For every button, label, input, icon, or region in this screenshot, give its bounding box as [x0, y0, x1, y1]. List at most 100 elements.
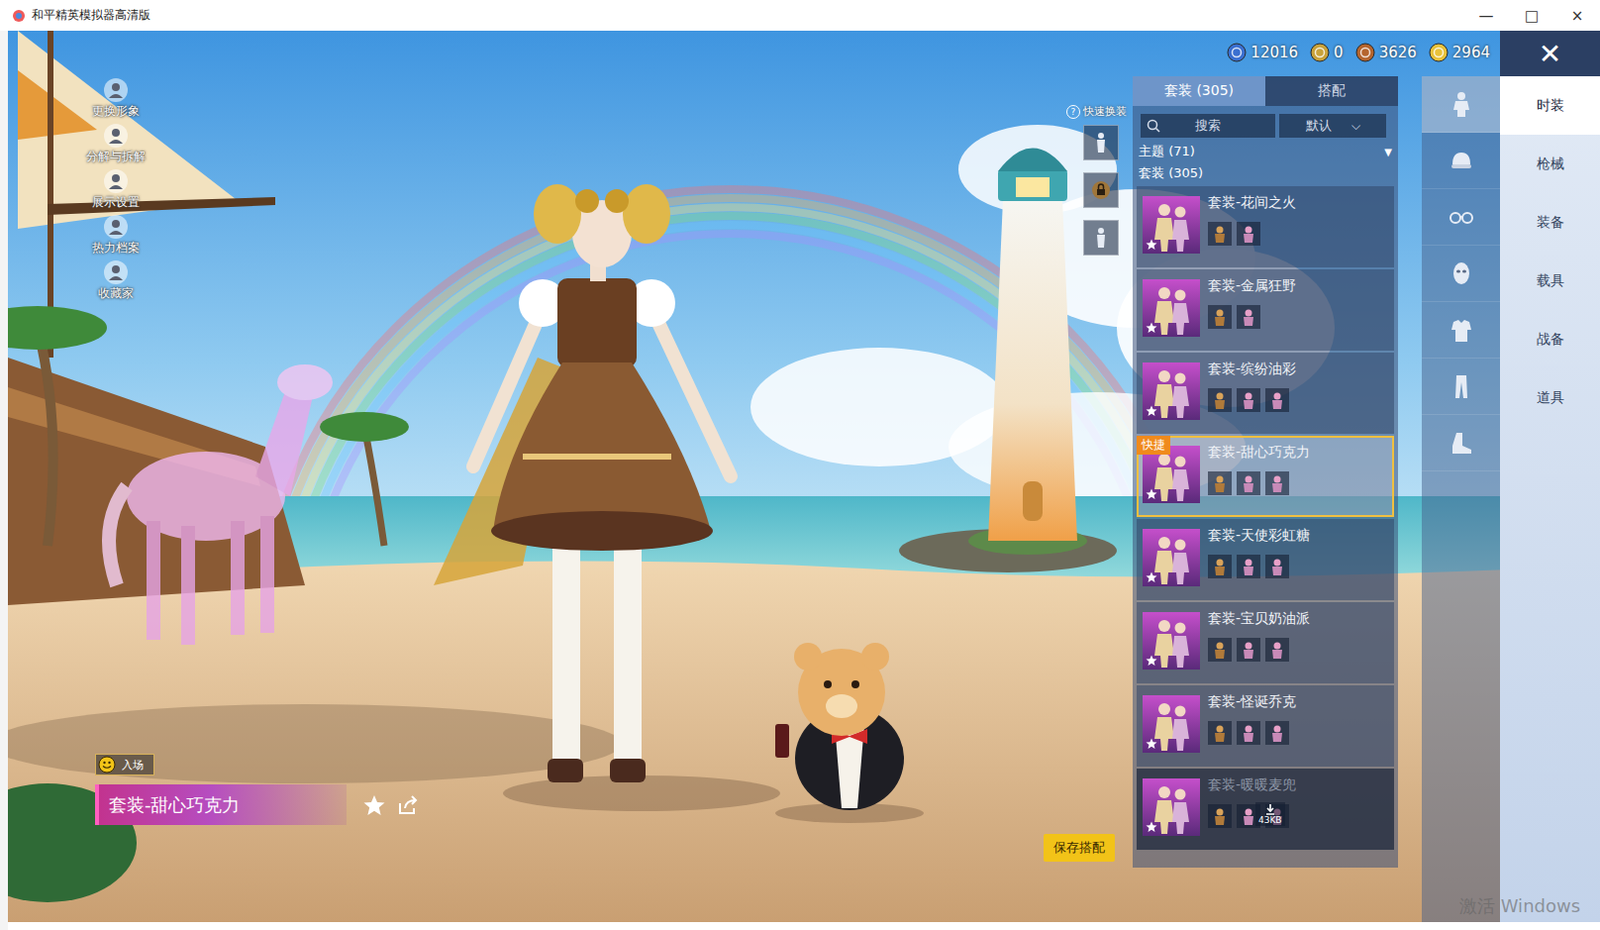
currency: 3626: [1355, 42, 1417, 63]
currency-bar: 12016 0 3626 2964: [1226, 42, 1491, 63]
outfit-panel: 套装 (305)搭配 搜索 默认 ⌵ 主题 (71) ▼ 套装 (305) 套装…: [1132, 76, 1399, 868]
outfit-list: 套装-花间之火 套装-金属狂野 套装-缤纷油彩 套装-甜心巧克力 快捷 套装-天…: [1132, 184, 1399, 850]
category-item[interactable]: [1421, 76, 1500, 133]
outfit-parts: [1207, 471, 1310, 496]
outfit-item[interactable]: 套装-甜心巧克力 快捷: [1136, 435, 1395, 517]
star-icon: [1145, 571, 1158, 584]
outfit-part-icon: [1267, 639, 1288, 660]
nav-tab[interactable]: 道具: [1500, 368, 1600, 427]
category-item[interactable]: [1421, 189, 1500, 246]
window-control-button[interactable]: ×: [1554, 6, 1600, 25]
sort-dropdown[interactable]: 默认 ⌵: [1279, 113, 1387, 138]
bear-pet: [775, 642, 924, 823]
outfit-item[interactable]: 套装-花间之火: [1136, 186, 1395, 268]
currency-amount: 2964: [1452, 43, 1491, 62]
nav-tab[interactable]: 战备: [1500, 309, 1600, 369]
shoes-icon: [1447, 428, 1476, 457]
quick-change-header: ? 快速换装: [1066, 103, 1127, 119]
nav-tab[interactable]: 装备: [1500, 193, 1600, 252]
mask-icon: [1447, 259, 1476, 288]
category-item[interactable]: [1421, 301, 1500, 359]
outfit-item[interactable]: 套装-暖暖麦兜 43KB: [1136, 768, 1395, 850]
theme-header[interactable]: 主题 (71) ▼: [1132, 140, 1399, 163]
panel-tabs: 套装 (305)搭配: [1132, 76, 1399, 106]
close-button[interactable]: ✕: [1500, 30, 1600, 77]
nav-tab[interactable]: 时装: [1500, 76, 1600, 135]
outfit-part: [1265, 388, 1290, 412]
share-icon[interactable]: [396, 793, 420, 817]
outfit-part-icon: [1238, 722, 1259, 743]
outfit-info: 套装-天使彩虹糖: [1207, 520, 1310, 599]
outfit-name: 套装-金属狂野: [1207, 277, 1297, 296]
outfit-parts: [1207, 304, 1297, 329]
left-menu-item[interactable]: 更换形象: [92, 77, 140, 119]
outfit-part-icon: [1238, 473, 1259, 494]
search-field[interactable]: 搜索: [1140, 113, 1276, 138]
window-body: ✕ 时装枪械装备载具战备道具 更换形象 分解与拆解 展示设置 热力档案 收藏家 …: [0, 30, 1600, 930]
quick-slot[interactable]: [1083, 124, 1119, 161]
currency: 0: [1309, 42, 1344, 63]
quick-slots: [1083, 124, 1119, 256]
window-control-button[interactable]: —: [1463, 6, 1509, 25]
outfit-part: [1236, 221, 1261, 246]
outfit-part-icon: [1209, 805, 1230, 826]
outfit-part: [1207, 304, 1232, 329]
star-icon: [1145, 238, 1158, 251]
category-item[interactable]: [1421, 245, 1500, 302]
chevron-icon: ⌵: [1351, 118, 1361, 133]
panel-tab[interactable]: 套装 (305): [1132, 76, 1266, 106]
outfit-part: [1265, 554, 1290, 579]
outfit-info: 套装-花间之火: [1207, 188, 1297, 266]
coin-icon: [1355, 42, 1376, 63]
outfit-part-icon: [1209, 556, 1230, 577]
quick-change: ? 快速换装: [1055, 103, 1127, 256]
menu-icon: [102, 122, 129, 149]
outfit-item[interactable]: 套装-怪诞乔克: [1136, 685, 1395, 767]
left-menu-label: 更换形象: [92, 102, 140, 119]
outfit-parts: [1207, 554, 1310, 579]
download-indicator[interactable]: 43KB: [1255, 801, 1286, 826]
category-item[interactable]: [1421, 414, 1500, 472]
download-size: 43KB: [1258, 814, 1283, 825]
outfit-part: [1207, 803, 1232, 828]
window-control-button[interactable]: □: [1508, 6, 1555, 25]
activation-watermark: 激活 Windows: [1459, 894, 1581, 918]
outfit-item[interactable]: 套装-缤纷油彩: [1136, 352, 1395, 434]
outfit-name: 套装-怪诞乔克: [1207, 693, 1297, 711]
outfit-part-icon: [1238, 390, 1259, 410]
outfit-part-icon: [1209, 473, 1230, 494]
outfit-part: [1207, 471, 1232, 496]
help-button[interactable]: ?: [1066, 104, 1081, 119]
outfit-item[interactable]: 套装-金属狂野: [1136, 269, 1395, 351]
save-button[interactable]: 保存搭配: [1043, 833, 1115, 862]
category-item[interactable]: [1421, 132, 1500, 190]
left-menu-item[interactable]: 展示设置: [92, 168, 140, 210]
outfit-part: [1207, 637, 1232, 662]
outfit-part: [1236, 720, 1261, 745]
left-menu-item[interactable]: 收藏家: [98, 259, 134, 301]
outfit-part-icon: [1209, 306, 1230, 327]
nav-tab[interactable]: 枪械: [1500, 134, 1600, 194]
left-menu-item[interactable]: 分解与拆解: [86, 122, 146, 165]
outfit-part: [1265, 720, 1290, 745]
sort-value: 默认: [1305, 116, 1332, 135]
left-menu-item[interactable]: 热力档案: [92, 213, 140, 256]
favorite-star-icon[interactable]: [362, 793, 387, 817]
outfit-part: [1207, 554, 1232, 579]
title-bar: 和平精英模拟器高清版 —□×: [0, 0, 1600, 31]
entrance-badge[interactable]: 入场: [95, 753, 155, 776]
nav-tab[interactable]: 载具: [1500, 251, 1600, 310]
app-logo-icon: [11, 8, 26, 23]
left-menu-label: 分解与拆解: [86, 148, 146, 165]
star-icon: [1145, 820, 1158, 833]
outfit-item[interactable]: 套装-天使彩虹糖: [1136, 518, 1395, 600]
top-icon: [1447, 315, 1476, 344]
quick-slot[interactable]: [1083, 172, 1119, 208]
outfit-item[interactable]: 套装-宝贝奶油派: [1136, 601, 1395, 684]
outfit-nameplate: 套装-甜心巧克力: [95, 784, 347, 825]
quick-slot[interactable]: [1083, 219, 1119, 256]
category-item[interactable]: [1421, 358, 1500, 415]
outfit-part: [1236, 304, 1261, 329]
panel-tab[interactable]: 搭配: [1265, 76, 1399, 106]
menu-icon: [102, 77, 129, 103]
